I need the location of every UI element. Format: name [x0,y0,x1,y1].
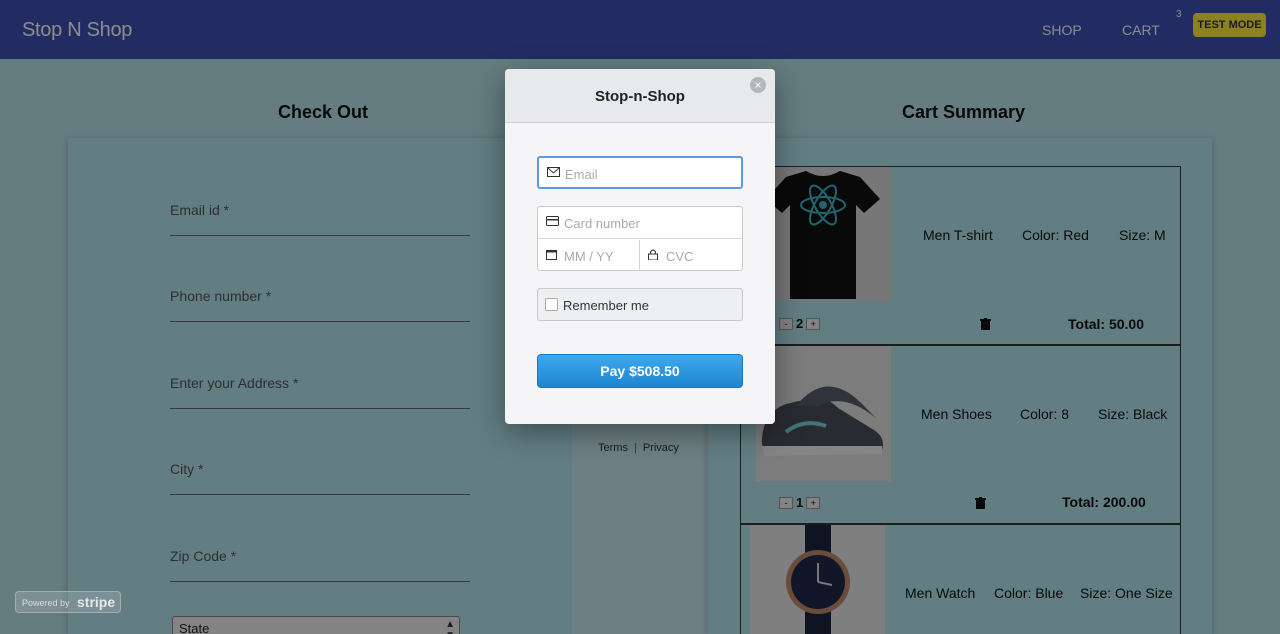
powered-by-stripe-badge[interactable]: Powered by stripe [15,591,121,613]
remember-me-label: Remember me [563,298,649,313]
credit-card-icon [546,216,559,226]
modal-header: Stop-n-Shop × [505,69,775,123]
email-input-box [537,156,743,189]
expiry-row [538,240,639,272]
card-number-input[interactable] [564,212,714,234]
pay-button[interactable]: Pay $508.50 [537,354,743,388]
calendar-icon [546,250,557,260]
modal-title: Stop-n-Shop [595,88,685,105]
stripe-checkout-modal: Stop-n-Shop × Remember me Pay $508.50 [505,69,775,424]
expiry-input[interactable] [564,245,634,267]
lock-icon [648,249,658,260]
cvc-input[interactable] [666,245,736,267]
cvc-row [640,240,742,272]
close-icon[interactable]: × [750,77,766,93]
stripe-logo: stripe [77,594,116,610]
email-input[interactable] [565,163,735,185]
card-number-row [538,207,742,239]
remember-me-row[interactable]: Remember me [537,288,743,321]
envelope-icon [547,167,560,177]
card-details-group [537,206,743,271]
remember-me-checkbox[interactable] [545,298,558,311]
powered-by-label: Powered by [22,598,70,608]
